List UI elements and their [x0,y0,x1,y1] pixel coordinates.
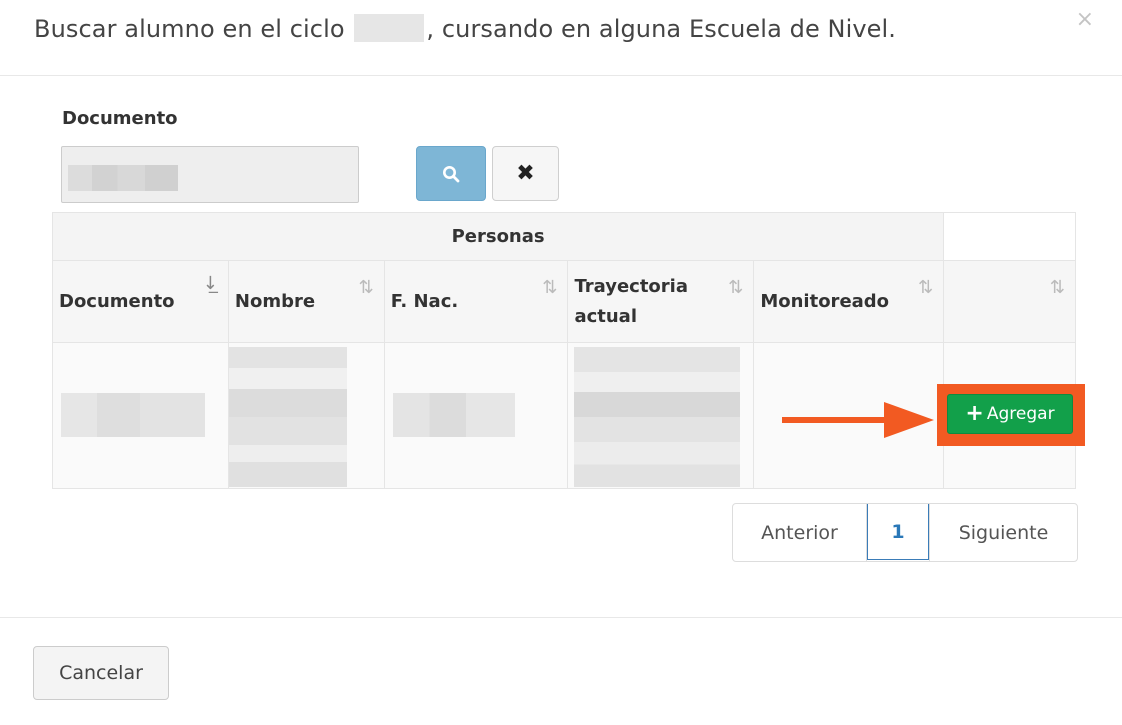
document-label: Documento [62,108,178,129]
cancel-button[interactable]: Cancelar [33,646,169,700]
redacted-nombre [228,347,347,487]
redacted-document-value [68,165,178,191]
pagination: Anterior 1 Siguiente [732,503,1078,562]
redacted-documento [61,393,205,437]
add-button-label: Agregar [986,404,1055,424]
redacted-fnac [392,393,515,437]
column-label: Monitoreado [760,290,890,312]
column-label: Nombre [234,290,316,312]
column-label: F. Nac. [390,290,459,312]
column-header-fnac[interactable]: F. Nac. ⇅ [383,260,569,343]
column-header-trayectoria[interactable]: Trayectoria actual ⇅ [567,260,755,343]
redacted-cycle [354,14,425,42]
plus-icon: + [965,401,984,426]
group-header-blank [943,212,1076,261]
column-label: Trayectoria actual [574,275,688,327]
modal-header: Buscar alumno en el ciclo , cursando en … [0,0,1122,76]
title-suffix: , cursando en alguna Escuela de Nivel. [426,15,897,43]
column-label: Documento [59,290,175,312]
modal-dialog: Buscar alumno en el ciclo , cursando en … [0,0,1122,725]
close-icon: ✖ [516,161,535,186]
cell-trayectoria [567,342,755,489]
title-prefix: Buscar alumno en el ciclo [34,15,345,43]
group-header-personas: Personas [51,212,945,261]
search-button[interactable] [416,146,486,201]
sort-icon: ⇅ [728,277,744,298]
cell-documento [52,342,229,489]
results-table: Personas Documento ↓̲ Nombre ⇅ F. Nac. ⇅… [51,212,1076,489]
column-header-monitoreado[interactable]: Monitoreado ⇅ [753,260,945,343]
column-header-nombre[interactable]: Nombre ⇅ [227,260,385,343]
add-button[interactable]: + Agregar [947,394,1073,434]
arrow-right-icon [782,402,934,438]
modal-title: Buscar alumno en el ciclo , cursando en … [34,14,896,43]
footer-divider [0,617,1122,618]
column-header-documento[interactable]: Documento ↓̲ [52,260,229,343]
cell-fnac [383,342,569,489]
clear-button[interactable]: ✖ [492,146,559,201]
sort-icon: ⇅ [918,277,934,298]
sort-icon: ⇅ [542,277,558,298]
sort-icon: ⇅ [358,277,374,298]
close-icon[interactable]: × [1076,8,1094,32]
pagination-next[interactable]: Siguiente [929,504,1077,561]
sort-icon: ⇅ [1049,277,1065,298]
sort-asc-icon: ↓̲ [202,273,218,294]
column-header-actions[interactable]: ⇅ [943,260,1076,343]
document-input[interactable] [61,146,359,203]
redacted-trayectoria [574,347,741,487]
search-icon [443,165,460,182]
pagination-page-1[interactable]: 1 [867,504,929,560]
cell-nombre [227,342,385,489]
pagination-prev[interactable]: Anterior [733,504,867,561]
